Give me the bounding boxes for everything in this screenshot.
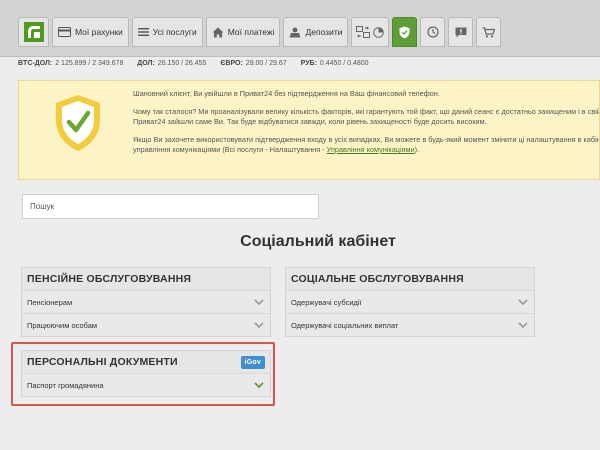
- tab-all-services[interactable]: Усі послуги: [131, 17, 203, 47]
- shield-icon: [399, 26, 410, 38]
- chevron-down-icon: [254, 322, 264, 328]
- house-icon: [212, 27, 224, 37]
- highlight-frame: [11, 342, 275, 406]
- tab-messages[interactable]: [448, 17, 474, 47]
- rate-btc: BTC-ДОЛ: 2 125.899 / 2 349.678: [18, 60, 124, 67]
- tab-deposits-label: Депозити: [305, 27, 343, 37]
- chevron-down-icon: [518, 299, 528, 305]
- communications-link[interactable]: Управління комунікаціями: [327, 145, 415, 154]
- cart-icon: [482, 26, 496, 37]
- list-item[interactable]: Працюючим особам: [22, 313, 270, 336]
- tab-my-payments[interactable]: Мої платежі: [205, 17, 281, 47]
- rate-eur: ЄВРО: 29.00 / 29.67: [220, 60, 287, 67]
- exchange-rates: BTC-ДОЛ: 2 125.899 / 2 349.678 ДОЛ: 26.150…: [18, 60, 598, 74]
- list-icon: [137, 28, 149, 36]
- rate-rub: РУБ: 0.4450 / 0.4800: [300, 60, 369, 67]
- list-item[interactable]: Одержувачі субсидії: [286, 290, 534, 313]
- chart-icon: [373, 26, 385, 38]
- tab-deposits[interactable]: Депозити: [283, 17, 349, 47]
- list-item[interactable]: Пенсіонерам: [22, 290, 270, 313]
- chat-icon: [455, 27, 467, 37]
- pension-card-title: ПЕНСІЙНЕ ОБСЛУГОВУВАННЯ: [27, 273, 192, 285]
- privat24-logo-tab[interactable]: [18, 17, 49, 47]
- tab-history[interactable]: [420, 17, 446, 47]
- chevron-down-icon: [254, 299, 264, 305]
- deposit-icon: [289, 27, 301, 37]
- shield-check-icon: [56, 95, 100, 151]
- notice-text: Шановний клієнт, Ви увійшли в Приват24 б…: [133, 89, 600, 163]
- social-card-title: СОЦІАЛЬНЕ ОБСЛУГОВУВАННЯ: [291, 273, 464, 285]
- social-card: СОЦІАЛЬНЕ ОБСЛУГОВУВАННЯ Одержувачі субс…: [285, 267, 535, 337]
- chevron-down-icon: [518, 322, 528, 328]
- tab-cart[interactable]: [476, 17, 502, 47]
- search-input[interactable]: [22, 194, 319, 219]
- tab-all-services-label: Усі послуги: [152, 27, 197, 37]
- notice-paragraph-2: Чому так сталося? Ми проаналізували вели…: [133, 107, 600, 126]
- page-title: Соціальний кабінет: [240, 233, 396, 250]
- clock-icon: [427, 26, 439, 38]
- exchange-icon: [356, 26, 371, 38]
- privat24-logo-icon: [23, 22, 44, 42]
- rate-usd: ДОЛ: 26.150 / 26.455: [137, 60, 207, 67]
- top-navigation: Мої рахунки Усі послуги Мої платежі Депо…: [0, 0, 600, 57]
- tab-security[interactable]: [392, 17, 418, 47]
- tab-my-payments-label: Мої платежі: [227, 27, 275, 37]
- pension-card: ПЕНСІЙНЕ ОБСЛУГОВУВАННЯ Пенсіонерам Прац…: [21, 267, 271, 337]
- nav-tabs: Мої рахунки Усі послуги Мої платежі Депо…: [18, 17, 502, 47]
- tab-exchange[interactable]: [351, 17, 390, 47]
- tab-my-accounts[interactable]: Мої рахунки: [52, 17, 129, 47]
- card-icon: [58, 27, 71, 37]
- tab-my-accounts-label: Мої рахунки: [75, 27, 123, 37]
- notice-paragraph-3: Якщо Ви захочете використовувати підтвер…: [133, 135, 600, 154]
- list-item[interactable]: Одержувачі соціальних виплат: [286, 313, 534, 336]
- notice-paragraph-1: Шановний клієнт, Ви увійшли в Приват24 б…: [133, 89, 440, 98]
- security-notice: Шановний клієнт, Ви увійшли в Приват24 б…: [18, 80, 600, 180]
